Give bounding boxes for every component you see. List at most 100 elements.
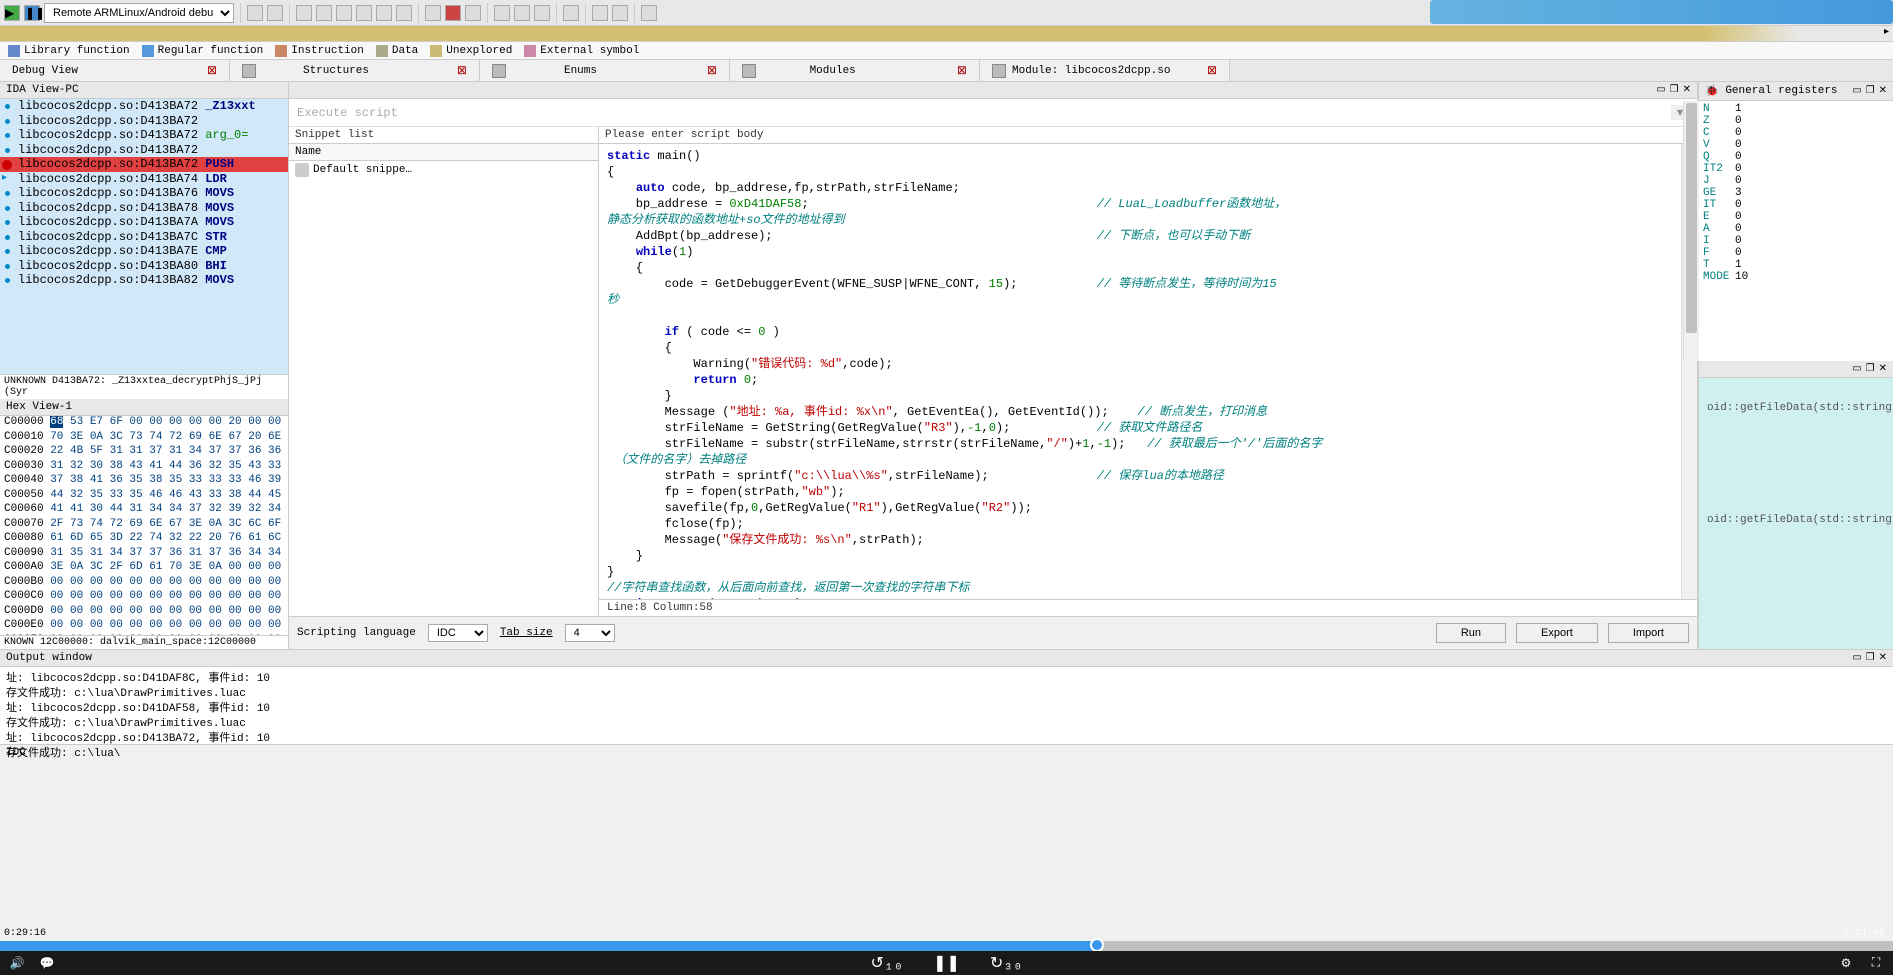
close-icon[interactable]: ⊠ xyxy=(1207,63,1217,78)
export-button[interactable]: Export xyxy=(1516,623,1598,643)
close-icon[interactable]: ⊠ xyxy=(707,63,717,78)
script-controls: Scripting language IDC Tab size 4 Run Ex… xyxy=(289,616,1697,649)
asm-line[interactable]: libcocos2dcpp.so:D413BA78 MOVS xyxy=(0,201,288,216)
navigation-band[interactable]: ▸ xyxy=(0,26,1893,42)
hex-view[interactable]: C00000 68 53 E7 6F 00 00 00 00 00 20 00 … xyxy=(0,416,288,635)
tb-btn-12[interactable] xyxy=(494,5,510,21)
tb-btn-14[interactable] xyxy=(534,5,550,21)
comment-icon[interactable]: 💬 xyxy=(38,954,56,972)
tab-debug-view[interactable]: Debug View⊠ xyxy=(0,60,230,81)
tb-btn-7[interactable] xyxy=(376,5,392,21)
asm-line[interactable]: libcocos2dcpp.so:D413BA7C STR xyxy=(0,230,288,245)
execute-script-header: Execute script ▾ xyxy=(289,99,1697,127)
close-icon[interactable]: ⊠ xyxy=(957,63,967,78)
lang-label: Scripting language xyxy=(297,627,416,639)
close-icon[interactable]: ✕ xyxy=(1879,363,1887,375)
snippet-item-default[interactable]: Default snippe… xyxy=(289,161,598,179)
hex-line[interactable]: C00070 2F 73 74 72 69 6E 67 3E 0A 3C 6C … xyxy=(0,518,288,533)
debugger-select[interactable]: Remote ARMLinux/Android debugger xyxy=(44,3,234,23)
asm-line[interactable]: libcocos2dcpp.so:D413BA72 xyxy=(0,114,288,129)
forward-30-icon[interactable]: ↻₃₀ xyxy=(990,953,1023,973)
restore-icon[interactable]: ❐ xyxy=(1670,84,1679,96)
output-line: 存文件成功: c:\lua\DrawPrimitives.luac xyxy=(6,714,1887,729)
minimize-icon[interactable]: ▭ xyxy=(1852,363,1861,375)
asm-line[interactable]: libcocos2dcpp.so:D413BA7A MOVS xyxy=(0,215,288,230)
stack-view[interactable]: oid::getFileData(std::string· oid::getFi… xyxy=(1699,378,1893,649)
tab-module-libcocos[interactable]: Module: libcocos2dcpp.so⊠ xyxy=(980,60,1230,81)
video-progress-bar[interactable] xyxy=(0,941,1893,951)
hex-line[interactable]: C00020 22 4B 5F 31 31 37 31 34 37 37 36 … xyxy=(0,445,288,460)
asm-line[interactable]: libcocos2dcpp.so:D413BA72 arg_0= xyxy=(0,128,288,143)
restore-icon[interactable]: ❐ xyxy=(1866,85,1875,97)
hex-line[interactable]: C00080 61 6D 65 3D 22 74 32 22 20 76 61 … xyxy=(0,532,288,547)
hex-line[interactable]: C00010 70 3E 0A 3C 73 74 72 69 6E 67 20 … xyxy=(0,431,288,446)
tb-btn-13[interactable] xyxy=(514,5,530,21)
close-icon[interactable]: ⊠ xyxy=(207,63,217,78)
lang-select[interactable]: IDC xyxy=(428,624,488,642)
hex-line[interactable]: C000B0 00 00 00 00 00 00 00 00 00 00 00 … xyxy=(0,576,288,591)
pause-icon[interactable]: ❚❚ xyxy=(24,5,40,21)
tab-size-select[interactable]: 4 xyxy=(565,624,615,642)
asm-line[interactable]: libcocos2dcpp.so:D413BA80 BHI xyxy=(0,259,288,274)
play-pause-icon[interactable]: ❚❚ xyxy=(933,953,960,973)
asm-line[interactable]: libcocos2dcpp.so:D413BA74 LDR▸ xyxy=(0,172,288,187)
hex-line[interactable]: C00060 41 41 30 44 31 34 34 37 32 39 32 … xyxy=(0,503,288,518)
hex-line[interactable]: C00030 31 32 30 38 43 41 44 36 32 35 43 … xyxy=(0,460,288,475)
asm-line[interactable]: libcocos2dcpp.so:D413BA72 PUSH xyxy=(0,157,288,172)
tb-step-over[interactable] xyxy=(296,5,312,21)
output-body[interactable]: 址: libcocos2dcpp.so:D41DAF8C, 事件id: 10存文… xyxy=(0,667,1893,761)
import-button[interactable]: Import xyxy=(1608,623,1689,643)
ida-status: UNKNOWN D413BA72: _Z13xxtea_decryptPhjS_… xyxy=(0,374,288,399)
run-icon[interactable]: ▶ xyxy=(4,5,20,21)
minimize-icon[interactable]: ▭ xyxy=(1656,84,1665,96)
restore-icon[interactable]: ❐ xyxy=(1866,363,1875,375)
asm-line[interactable]: libcocos2dcpp.so:D413BA72 xyxy=(0,143,288,158)
hex-line[interactable]: C00050 44 32 35 33 35 46 46 43 33 38 44 … xyxy=(0,489,288,504)
tb-btn-15[interactable] xyxy=(563,5,579,21)
hex-line[interactable]: C00090 31 35 31 34 37 37 36 31 37 36 34 … xyxy=(0,547,288,562)
tab-structures[interactable]: Structures⊠ xyxy=(230,60,480,81)
close-icon[interactable]: ✕ xyxy=(1683,84,1691,96)
hex-line[interactable]: C00000 68 53 E7 6F 00 00 00 00 00 20 00 … xyxy=(0,416,288,431)
hex-line[interactable]: C000E0 00 00 00 00 00 00 00 00 00 00 00 … xyxy=(0,619,288,634)
hex-line[interactable]: C000D0 00 00 00 00 00 00 00 00 00 00 00 … xyxy=(0,605,288,620)
tab-modules[interactable]: Modules⊠ xyxy=(730,60,980,81)
rewind-10-icon[interactable]: ↺₁₀ xyxy=(870,953,903,973)
asm-line[interactable]: libcocos2dcpp.so:D413BA76 MOVS xyxy=(0,186,288,201)
tb-btn-18[interactable] xyxy=(641,5,657,21)
hex-line[interactable]: C00040 37 38 41 36 35 38 35 33 33 33 46 … xyxy=(0,474,288,489)
tb-step-into[interactable] xyxy=(316,5,332,21)
tb-btn-9[interactable] xyxy=(425,5,441,21)
tb-btn-16[interactable] xyxy=(592,5,608,21)
code-editor[interactable]: static main() { auto code, bp_addrese,fp… xyxy=(599,144,1697,599)
close-icon[interactable]: ✕ xyxy=(1879,85,1887,97)
tb-btn-2[interactable] xyxy=(267,5,283,21)
flags-panel[interactable]: N1Z0C0V0Q0IT20J0GE3IT0E0A0I0F0T1MODE10 xyxy=(1699,101,1893,361)
hex-line[interactable]: C000A0 3E 0A 3C 2F 6D 61 70 3E 0A 00 00 … xyxy=(0,561,288,576)
minimize-icon[interactable]: ▭ xyxy=(1852,85,1861,97)
tb-btn-8[interactable] xyxy=(396,5,412,21)
disassembly-view[interactable]: libcocos2dcpp.so:D413BA72 _Z13xxtlibcoco… xyxy=(0,99,288,374)
tab-enums[interactable]: Enums⊠ xyxy=(480,60,730,81)
tb-btn-17[interactable] xyxy=(612,5,628,21)
close-icon[interactable]: ✕ xyxy=(1879,652,1887,664)
volume-icon[interactable]: 🔊 xyxy=(8,954,26,972)
asm-line[interactable]: libcocos2dcpp.so:D413BA82 MOVS xyxy=(0,273,288,288)
asm-line[interactable]: libcocos2dcpp.so:D413BA7E CMP xyxy=(0,244,288,259)
run-button[interactable]: Run xyxy=(1436,623,1506,643)
fullscreen-icon[interactable]: ⛶ xyxy=(1867,954,1885,972)
restore-icon[interactable]: ❐ xyxy=(1866,652,1875,664)
tb-step-out[interactable] xyxy=(336,5,352,21)
progress-handle[interactable] xyxy=(1090,938,1104,952)
minimize-icon[interactable]: ▭ xyxy=(1852,652,1861,664)
asm-line[interactable]: libcocos2dcpp.so:D413BA72 _Z13xxt xyxy=(0,99,288,114)
close-icon[interactable]: ⊠ xyxy=(457,63,467,78)
tb-btn-1[interactable] xyxy=(247,5,263,21)
hex-line[interactable]: C000C0 00 00 00 00 00 00 00 00 00 00 00 … xyxy=(0,590,288,605)
settings-icon[interactable]: ⚙ xyxy=(1837,954,1855,972)
registers-title: 🐞 General registers ▭❐✕ xyxy=(1699,82,1893,101)
tb-run-to[interactable] xyxy=(356,5,372,21)
tb-stop[interactable] xyxy=(445,5,461,21)
nav-arrow-icon[interactable]: ▸ xyxy=(1884,26,1889,38)
tb-btn-11[interactable] xyxy=(465,5,481,21)
